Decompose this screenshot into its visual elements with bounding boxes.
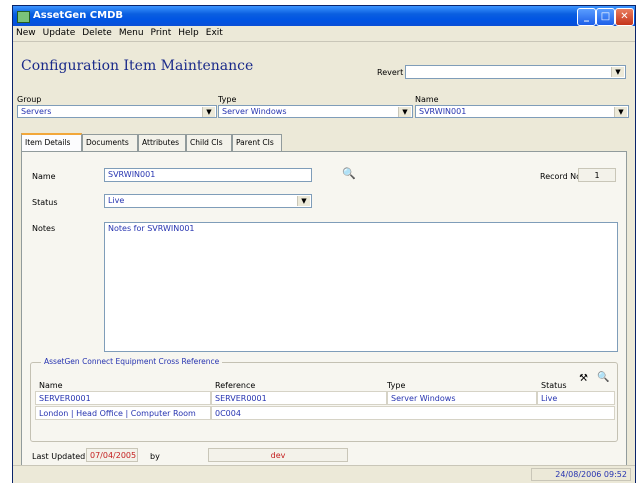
binoculars-icon[interactable]: 🔍 — [597, 372, 609, 383]
last-updated-value: 07/04/2005 — [86, 448, 138, 462]
name-input[interactable]: SVRWIN001 — [104, 168, 312, 182]
menu-help[interactable]: Help — [175, 26, 203, 38]
window-title: AssetGen CMDB — [33, 10, 124, 21]
binoculars-icon[interactable]: 🔍 — [342, 167, 356, 180]
updated-by-value: dev — [208, 448, 348, 462]
notes-textarea[interactable]: Notes for SVRWIN001 — [104, 222, 618, 352]
last-updated-label: Last Updated — [32, 452, 86, 461]
chevron-down-icon[interactable]: ▼ — [611, 67, 624, 77]
menu-update[interactable]: Update — [40, 26, 80, 38]
wrench-icon[interactable]: ⚒ — [579, 373, 588, 384]
title-bar[interactable]: AssetGen CMDB _ □ ✕ — [13, 6, 635, 26]
group-label: Group — [17, 95, 42, 104]
cell-status: Live — [537, 391, 615, 405]
revert-select[interactable]: ▼ — [405, 65, 626, 79]
table-row[interactable]: SERVER0001 SERVER0001 Server Windows Liv… — [35, 391, 615, 423]
revert-label: Revert — [377, 68, 404, 77]
menu-print[interactable]: Print — [148, 26, 176, 38]
by-label: by — [150, 452, 160, 461]
name-select[interactable]: SVRWIN001 ▼ — [415, 105, 629, 118]
chevron-down-icon[interactable]: ▼ — [614, 107, 627, 117]
status-datetime: 24/08/2006 09:52 — [531, 468, 631, 481]
cell-type: Server Windows — [387, 391, 537, 405]
chevron-down-icon[interactable]: ▼ — [398, 107, 411, 117]
tab-strip: Item Details Documents Attributes Child … — [21, 133, 321, 152]
cell-reference: SERVER0001 — [211, 391, 387, 405]
close-button[interactable]: ✕ — [615, 8, 634, 26]
record-no-value: 1 — [578, 168, 616, 182]
main-window: AssetGen CMDB _ □ ✕ New Update Delete Menu P… — [12, 5, 636, 483]
menu-menu[interactable]: Menu — [116, 26, 148, 38]
type-select[interactable]: Server Windows ▼ — [218, 105, 413, 118]
page-title: Configuration Item Maintenance — [21, 58, 254, 74]
tab-item-details[interactable]: Item Details — [21, 133, 82, 152]
tab-documents[interactable]: Documents — [82, 134, 138, 151]
cell-location: London | Head Office | Computer Room — [35, 406, 211, 420]
tab-parent-cis[interactable]: Parent CIs — [232, 134, 282, 151]
menu-delete[interactable]: Delete — [79, 26, 116, 38]
status-select[interactable]: Live ▼ — [104, 194, 312, 208]
col-header-status: Status — [541, 381, 567, 390]
cell-location-code: 0C004 — [211, 406, 615, 420]
item-details-panel: Name SVRWIN001 🔍 Record No: 1 Status Liv… — [21, 151, 627, 473]
chevron-down-icon[interactable]: ▼ — [297, 196, 310, 206]
menu-exit[interactable]: Exit — [203, 26, 227, 38]
col-header-reference: Reference — [215, 381, 256, 390]
tab-attributes[interactable]: Attributes — [138, 134, 186, 151]
tab-child-cis[interactable]: Child CIs — [186, 134, 232, 151]
group-select[interactable]: Servers ▼ — [17, 105, 217, 118]
status-label: Status — [32, 198, 58, 207]
menu-new[interactable]: New — [13, 26, 40, 38]
app-icon — [17, 11, 30, 23]
cross-reference-title: AssetGen Connect Equipment Cross Referen… — [41, 357, 223, 366]
minimize-button[interactable]: _ — [577, 8, 596, 26]
cross-reference-group: AssetGen Connect Equipment Cross Referen… — [30, 357, 618, 442]
chevron-down-icon[interactable]: ▼ — [202, 107, 215, 117]
status-bar: 24/08/2006 09:52 — [13, 465, 635, 483]
col-header-type: Type — [387, 381, 406, 390]
name-label: Name — [415, 95, 439, 104]
notes-label: Notes — [32, 224, 56, 233]
type-label: Type — [218, 95, 237, 104]
cell-name: SERVER0001 — [35, 391, 211, 405]
maximize-button[interactable]: □ — [596, 8, 615, 26]
name-field-label: Name — [32, 172, 56, 181]
col-header-name: Name — [39, 381, 63, 390]
menu-bar: New Update Delete Menu Print Help Exit — [13, 26, 635, 42]
